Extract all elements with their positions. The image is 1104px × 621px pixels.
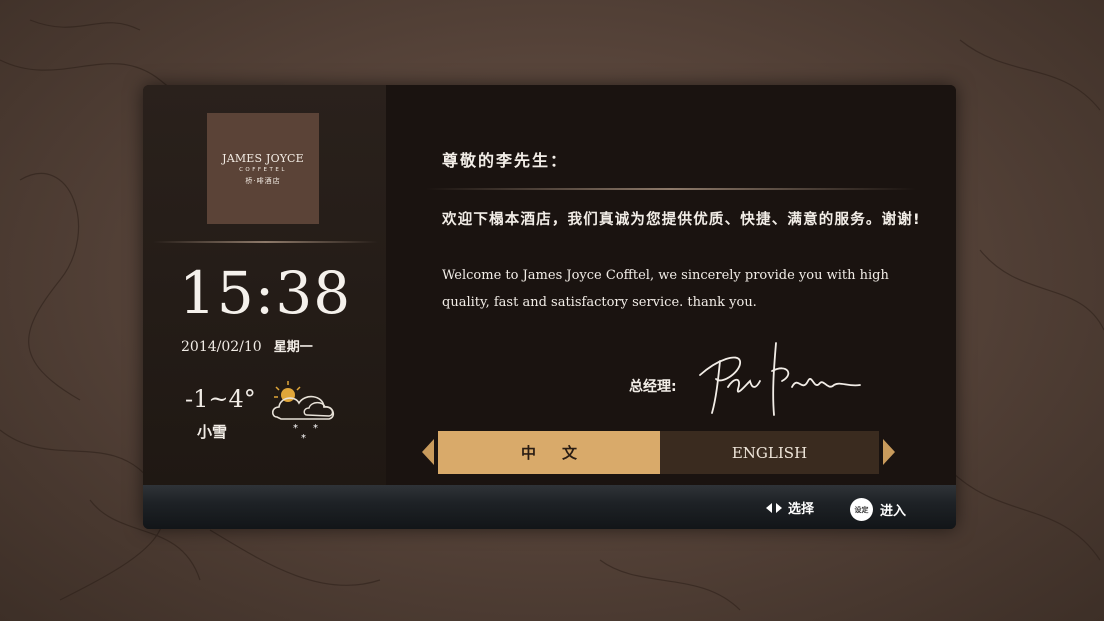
clock-time: 15:38 — [179, 259, 352, 327]
enter-hint-label: 进入 — [880, 504, 907, 519]
date-text: 2014/02/10 — [181, 339, 262, 355]
select-hint: 选择 — [766, 498, 814, 517]
select-hint-label: 选择 — [788, 502, 815, 517]
weather-description: 小雪 — [197, 423, 228, 441]
welcome-message-area: 尊敬的李先生： 欢迎下榻本酒店，我们真诚为您提供优质、快捷、满意的服务。谢谢! … — [386, 85, 956, 485]
left-arrow-icon — [766, 502, 772, 513]
enter-hint: 设定 进入 — [850, 498, 906, 521]
language-prev-arrow[interactable] — [422, 439, 434, 465]
logo-sub-text: COFFETEL — [239, 166, 287, 173]
hotel-logo: JAMES JOYCE COFFETEL 桥·啡酒店 — [207, 113, 319, 224]
manager-signature — [699, 342, 861, 416]
right-arrow-icon — [776, 502, 782, 513]
snow-cloud-sun-icon: * * * — [271, 381, 335, 444]
date-line: 2014/02/10 星期一 — [181, 336, 313, 355]
language-option-english[interactable]: ENGLISH — [660, 431, 879, 474]
language-option-chinese[interactable]: 中文 — [438, 431, 660, 474]
logo-cn-text: 桥·啡酒店 — [245, 176, 281, 185]
temperature-range: -1~4° — [185, 385, 256, 413]
welcome-message-en: Welcome to James Joyce Cofftel, we since… — [442, 268, 889, 310]
weekday-text: 星期一 — [273, 340, 313, 355]
svg-text:*: * — [301, 433, 306, 444]
sidebar-divider — [153, 241, 378, 243]
welcome-panel: JAMES JOYCE COFFETEL 桥·啡酒店 15:38 2014/02… — [143, 85, 956, 529]
message-divider — [426, 188, 916, 190]
svg-text:*: * — [293, 423, 298, 434]
ok-key-icon: 设定 — [850, 498, 873, 521]
logo-main-text: JAMES JOYCE — [222, 151, 304, 165]
guest-greeting: 尊敬的李先生： — [442, 151, 569, 170]
general-manager-label: 总经理: — [629, 379, 677, 395]
language-next-arrow[interactable] — [883, 439, 895, 465]
svg-text:*: * — [313, 423, 318, 434]
welcome-message-cn: 欢迎下榻本酒店，我们真诚为您提供优质、快捷、满意的服务。谢谢! — [442, 212, 921, 228]
footer-hint-bar — [143, 485, 956, 529]
info-sidebar: JAMES JOYCE COFFETEL 桥·啡酒店 15:38 2014/02… — [143, 85, 386, 485]
